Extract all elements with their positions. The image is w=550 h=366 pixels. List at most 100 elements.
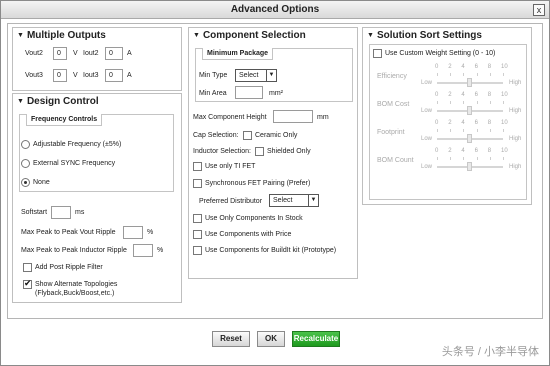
ti-fet-label: Use only TI FET bbox=[205, 163, 256, 170]
adjustable-frequency-radio[interactable] bbox=[21, 140, 30, 149]
minimum-package-title: Minimum Package bbox=[202, 48, 274, 60]
scale-tick-mark bbox=[437, 101, 438, 104]
slider-label: Footprint bbox=[377, 129, 405, 136]
scale-tick-mark bbox=[463, 129, 465, 132]
watermark-text: 头条号 / 小李半导体 bbox=[441, 346, 539, 358]
slider-high-label: High bbox=[509, 108, 522, 114]
scale-tick-label: 4 bbox=[461, 148, 465, 154]
shielded-only-checkbox[interactable] bbox=[255, 147, 264, 156]
scale-tick-mark bbox=[489, 157, 491, 160]
with-price-checkbox[interactable] bbox=[193, 230, 202, 239]
min-type-select[interactable]: Select ▼ bbox=[235, 69, 277, 82]
vout-ripple-unit: % bbox=[147, 229, 154, 236]
dropdown-caret-icon: ▼ bbox=[308, 195, 318, 206]
scale-tick-mark bbox=[503, 129, 504, 132]
scale-tick-mark bbox=[503, 157, 504, 160]
inductor-ripple-unit: % bbox=[157, 247, 164, 254]
external-sync-radio[interactable] bbox=[21, 159, 30, 168]
slider-thumb[interactable] bbox=[467, 134, 472, 143]
none-label: None bbox=[33, 179, 50, 186]
scale-tick-label: 6 bbox=[474, 64, 478, 70]
scale-tick-mark bbox=[437, 73, 438, 76]
scale-tick-label: 2 bbox=[448, 64, 452, 70]
ti-fet-checkbox[interactable] bbox=[193, 162, 202, 171]
min-area-input[interactable] bbox=[235, 86, 263, 99]
iout3-input[interactable]: 0 bbox=[105, 69, 123, 82]
scale-tick-mark bbox=[450, 157, 452, 160]
scale-tick-label: 8 bbox=[487, 64, 492, 70]
close-button[interactable]: x bbox=[533, 4, 545, 16]
slider-high-label: High bbox=[509, 80, 522, 86]
scale-tick-mark bbox=[437, 129, 438, 132]
inductor-selection-label: Inductor Selection: bbox=[193, 148, 251, 155]
custom-weight-checkbox[interactable] bbox=[373, 49, 382, 58]
scale-tick-mark bbox=[476, 157, 478, 160]
post-ripple-filter-checkbox[interactable] bbox=[23, 263, 32, 272]
distributor-label: Preferred Distributor bbox=[199, 198, 263, 205]
alternate-topologies-sublabel: (Flyback,Buck/Boost,etc.) bbox=[35, 290, 115, 297]
scale-tick-label: 6 bbox=[474, 92, 478, 98]
slider-label: Efficiency bbox=[377, 73, 407, 80]
collapse-arrow-icon: ▼ bbox=[193, 32, 200, 39]
vout-ripple-input[interactable] bbox=[123, 226, 143, 239]
inductor-ripple-input[interactable] bbox=[133, 244, 153, 257]
slider-thumb[interactable] bbox=[467, 78, 472, 87]
none-radio[interactable] bbox=[21, 178, 30, 187]
scale-tick-label: 0 bbox=[435, 64, 439, 70]
in-stock-checkbox[interactable] bbox=[193, 214, 202, 223]
vout3-unit: V bbox=[73, 72, 78, 79]
scale-tick-mark bbox=[489, 101, 491, 104]
scale-tick-mark bbox=[463, 157, 465, 160]
scale-tick-mark bbox=[503, 101, 504, 104]
slider-thumb[interactable] bbox=[467, 162, 472, 171]
distributor-select[interactable]: Select ▼ bbox=[269, 194, 319, 207]
vout3-input[interactable]: 0 bbox=[53, 69, 67, 82]
design-control-header[interactable]: ▼ Design Control bbox=[17, 96, 99, 107]
inductor-ripple-label: Max Peak to Peak Inductor Ripple bbox=[21, 247, 127, 254]
scale-tick-label: 2 bbox=[448, 120, 452, 126]
ceramic-only-checkbox[interactable] bbox=[243, 131, 252, 140]
iout3-label: Iout3 bbox=[83, 72, 99, 79]
collapse-arrow-icon: ▼ bbox=[17, 32, 24, 39]
alternate-topologies-label: Show Alternate Topologies bbox=[35, 281, 118, 288]
alternate-topologies-checkbox[interactable] bbox=[23, 278, 32, 289]
scale-tick-mark bbox=[489, 73, 491, 76]
iout2-input[interactable]: 0 bbox=[105, 47, 123, 60]
scale-tick-mark bbox=[476, 73, 478, 76]
slider-high-label: High bbox=[509, 136, 522, 142]
scale-tick-label: 10 bbox=[501, 120, 508, 126]
softstart-unit: ms bbox=[75, 209, 85, 216]
scale-tick-label: 10 bbox=[501, 148, 508, 154]
ceramic-only-label: Ceramic Only bbox=[255, 132, 298, 139]
sync-fet-checkbox[interactable] bbox=[193, 179, 202, 188]
scale-tick-label: 8 bbox=[487, 148, 492, 154]
slider-thumb[interactable] bbox=[467, 106, 472, 115]
buildit-checkbox[interactable] bbox=[193, 246, 202, 255]
max-height-input[interactable] bbox=[273, 110, 313, 123]
ok-button[interactable]: OK bbox=[257, 331, 285, 347]
component-selection-header[interactable]: ▼ Component Selection bbox=[193, 30, 306, 41]
min-area-unit: mm² bbox=[269, 90, 283, 97]
max-height-unit: mm bbox=[317, 114, 329, 121]
title-bar: Advanced Options x bbox=[1, 1, 549, 19]
external-sync-label: External SYNC Frequency bbox=[33, 160, 116, 167]
slider-high-label: High bbox=[509, 164, 522, 170]
cap-selection-label: Cap Selection: bbox=[193, 132, 239, 139]
scale-tick-mark bbox=[489, 129, 491, 132]
solution-sort-header[interactable]: ▼ Solution Sort Settings bbox=[367, 30, 482, 41]
component-selection-panel: ▼ Component Selection Minimum Package Min… bbox=[188, 27, 358, 279]
recalculate-button[interactable]: Recalculate bbox=[292, 331, 340, 347]
softstart-input[interactable] bbox=[51, 206, 71, 219]
scale-tick-label: 10 bbox=[501, 92, 508, 98]
slider-low-label: Low bbox=[421, 164, 433, 170]
scale-tick-label: 0 bbox=[435, 92, 439, 98]
advanced-options-window: Advanced Options x ▼ Multiple Outputs Vou… bbox=[0, 0, 550, 366]
custom-weight-label: Use Custom Weight Setting (0 - 10) bbox=[385, 50, 496, 57]
reset-button[interactable]: Reset bbox=[212, 331, 250, 347]
slider-low-label: Low bbox=[421, 80, 433, 86]
with-price-label: Use Components with Price bbox=[205, 231, 292, 238]
vout2-input[interactable]: 0 bbox=[53, 47, 67, 60]
multiple-outputs-header[interactable]: ▼ Multiple Outputs bbox=[17, 30, 106, 41]
frequency-controls-title: Frequency Controls bbox=[26, 114, 103, 126]
scale-tick-label: 0 bbox=[435, 148, 439, 154]
